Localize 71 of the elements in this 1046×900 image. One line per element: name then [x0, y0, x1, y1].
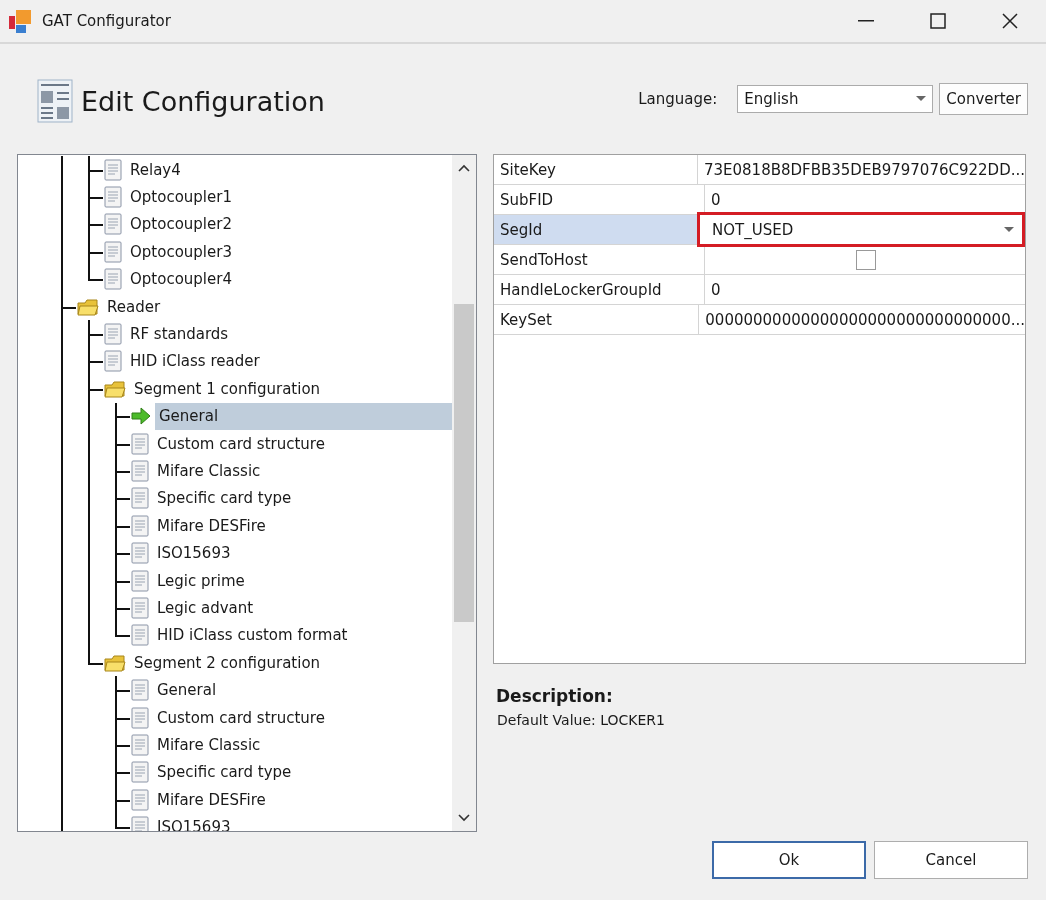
form-layout-icon: [37, 79, 73, 123]
document-icon: [103, 186, 123, 209]
scroll-up-icon: [457, 163, 471, 173]
dialog-button[interactable]: Cancel: [874, 841, 1028, 879]
scroll-down-icon: [457, 813, 471, 823]
tree-item[interactable]: Relay4: [126, 156, 185, 184]
document-icon: [103, 213, 123, 236]
document-icon: [103, 268, 123, 291]
document-icon: [130, 460, 150, 482]
window-title: GAT Configurator: [42, 12, 172, 30]
tree-item[interactable]: RF standards: [126, 320, 233, 348]
tree-item[interactable]: Optocoupler1: [126, 183, 236, 211]
document-icon: [130, 706, 150, 729]
converter-button[interactable]: Converter: [939, 83, 1028, 115]
close-icon: [1002, 13, 1018, 29]
tree-item[interactable]: Specific card type: [153, 484, 296, 513]
dropdown-arrow-icon: [916, 96, 927, 102]
document-icon: [103, 350, 123, 373]
right-arrow-icon: [130, 406, 152, 427]
tree-item[interactable]: Custom card structure: [153, 703, 329, 732]
page-title: Edit Configuration: [81, 85, 325, 117]
document-icon: [130, 514, 150, 537]
property-value[interactable]: 73E0818B8DFBB35DEB9797076C922DD...: [697, 155, 1025, 184]
property-value[interactable]: 00000000000000000000000000000000...: [699, 305, 1025, 334]
document-icon: [103, 240, 123, 263]
tree-item[interactable]: Legic prime: [153, 566, 249, 595]
document-icon: [130, 624, 150, 647]
description-title: Description:: [496, 686, 614, 706]
tree-item[interactable]: Legic advant: [153, 594, 258, 622]
document-icon: [130, 761, 150, 784]
checkbox[interactable]: [856, 249, 876, 270]
language-label: Language:: [638, 90, 718, 108]
tree-item[interactable]: Segment 2 configuration: [130, 649, 325, 677]
document-icon: [130, 733, 150, 756]
document-icon: [130, 487, 150, 510]
scrollbar[interactable]: [452, 155, 476, 831]
tree-item[interactable]: General: [155, 402, 452, 430]
tree-item[interactable]: Reader: [103, 292, 165, 321]
tree-item[interactable]: Mifare DESFire: [153, 786, 270, 814]
app-logo-icon: [8, 8, 34, 34]
document-icon: [103, 323, 123, 346]
tree-item[interactable]: Optocoupler3: [126, 238, 236, 266]
tree-item[interactable]: Optocoupler4: [126, 265, 236, 293]
tree-item[interactable]: Mifare Classic: [153, 457, 265, 485]
tree-item[interactable]: Optocoupler2: [126, 210, 236, 239]
tree-item[interactable]: HID iClass custom format: [153, 621, 352, 650]
property-value[interactable]: 0: [705, 275, 1025, 304]
tree-item[interactable]: HID iClass reader: [126, 347, 264, 376]
description-text: Default Value: LOCKER1: [497, 712, 666, 728]
tree-item[interactable]: Custom card structure: [153, 429, 329, 458]
tree-item[interactable]: Specific card type: [153, 758, 296, 786]
tree-item[interactable]: General: [153, 676, 221, 704]
document-icon: [130, 679, 150, 702]
document-icon: [103, 158, 123, 181]
document-icon: [130, 432, 150, 455]
property-value[interactable]: 0: [705, 185, 1025, 214]
tree-item[interactable]: Segment 1 configuration: [130, 375, 325, 403]
document-icon: [130, 788, 150, 811]
tree-item[interactable]: Mifare Classic: [153, 731, 265, 759]
dropdown-arrow-icon: [1004, 226, 1014, 233]
document-icon: [130, 596, 150, 619]
scrollbar-thumb[interactable]: [454, 304, 474, 622]
dialog-button[interactable]: Ok: [712, 841, 866, 879]
tree-item[interactable]: ISO15693: [153, 539, 235, 567]
tree-item[interactable]: Mifare DESFire: [153, 512, 270, 540]
document-icon: [130, 569, 150, 592]
maximize-icon: [930, 13, 946, 29]
minimize-icon: [858, 20, 874, 22]
language-dropdown[interactable]: English: [737, 85, 934, 113]
document-icon: [130, 542, 150, 565]
dropdown-field[interactable]: NOT_USED: [697, 212, 1025, 247]
